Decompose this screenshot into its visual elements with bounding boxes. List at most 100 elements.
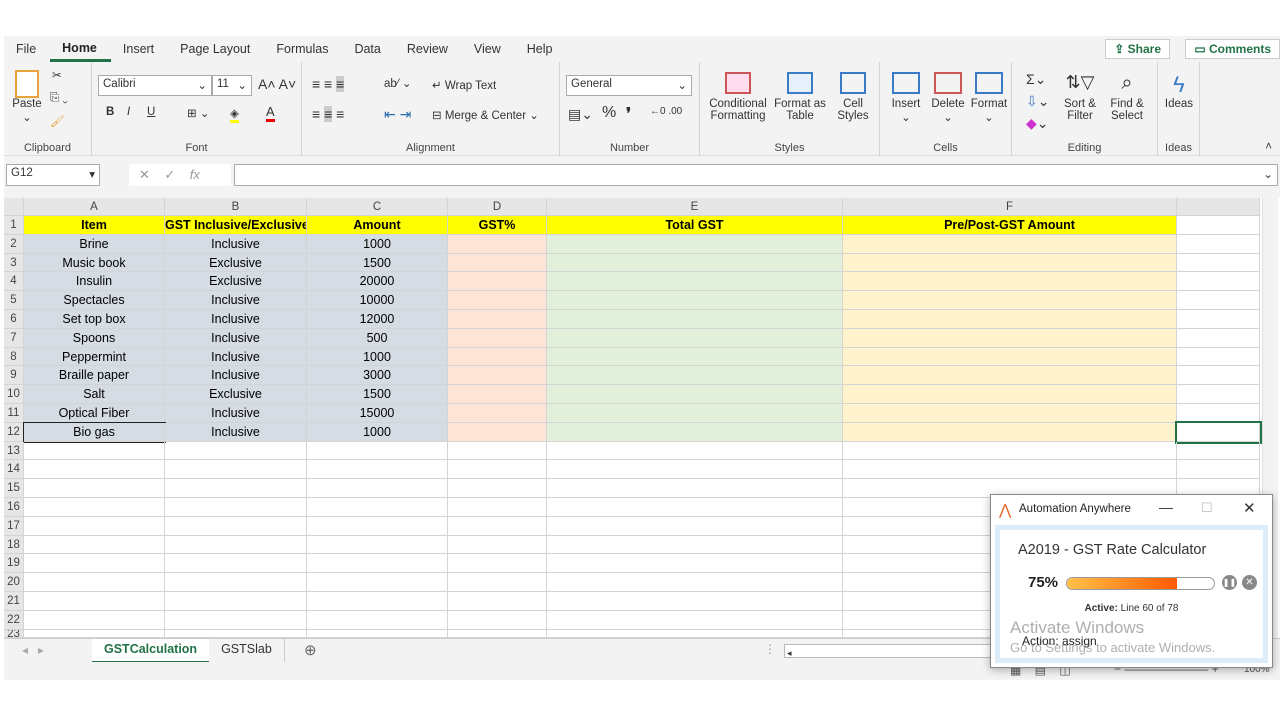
cell[interactable]: Exclusive (165, 385, 307, 404)
cell[interactable] (1177, 460, 1260, 480)
header-cell[interactable]: GST% (448, 216, 547, 235)
cell[interactable] (448, 629, 547, 638)
tab-page-layout[interactable]: Page Layout (168, 36, 264, 62)
cell[interactable] (24, 592, 165, 611)
cell[interactable] (307, 516, 448, 536)
cell[interactable] (448, 253, 547, 273)
sheet-tab-gstcalculation[interactable]: GSTCalculation (92, 639, 210, 663)
cell[interactable] (307, 535, 448, 555)
cell[interactable] (165, 610, 307, 630)
cell[interactable] (307, 592, 448, 611)
cell[interactable] (843, 310, 1177, 329)
cell[interactable] (547, 592, 843, 611)
row-header-3[interactable]: 3 (4, 253, 24, 273)
cell[interactable]: Inclusive (165, 347, 307, 367)
paste-button[interactable]: Paste ⌄ (12, 70, 42, 124)
conditional-formatting-button[interactable]: Conditional Formatting (708, 72, 768, 122)
cell[interactable] (1177, 385, 1260, 404)
cell[interactable] (307, 460, 448, 480)
cell[interactable]: Optical Fiber (24, 404, 165, 423)
collapse-ribbon-icon[interactable]: ˄ (1265, 141, 1272, 153)
cell[interactable] (843, 422, 1177, 442)
cell[interactable]: Set top box (24, 310, 165, 329)
cell[interactable] (547, 573, 843, 592)
cell[interactable]: Music book (24, 253, 165, 273)
tab-formulas[interactable]: Formulas (264, 36, 342, 62)
sort-filter-button[interactable]: ⇅▽ Sort & Filter (1060, 72, 1100, 122)
cell[interactable]: 10000 (307, 291, 448, 310)
cell[interactable] (307, 441, 448, 461)
cell[interactable] (448, 592, 547, 611)
cell[interactable] (1177, 310, 1260, 329)
cell[interactable] (448, 554, 547, 574)
copy-icon[interactable]: ⎘ ⌄ (50, 92, 68, 105)
row-header-7[interactable]: 7 (4, 328, 24, 348)
select-all-corner[interactable] (4, 198, 24, 216)
underline-button[interactable]: U (147, 106, 155, 118)
cell[interactable]: 20000 (307, 272, 448, 292)
cell[interactable] (843, 291, 1177, 310)
cell[interactable] (1177, 216, 1260, 235)
cell[interactable]: Exclusive (165, 253, 307, 273)
grow-font-icon[interactable]: A˄ A˅ (258, 76, 296, 92)
cell[interactable] (307, 629, 448, 638)
align-top-icon[interactable]: ≡ ≡ ≡ (312, 76, 345, 92)
cell[interactable] (165, 554, 307, 574)
row-header-9[interactable]: 9 (4, 366, 24, 386)
column-header-D[interactable]: D (448, 198, 547, 216)
format-cells-button[interactable]: Format ⌄ (970, 72, 1008, 124)
cell[interactable] (307, 610, 448, 630)
cell[interactable] (1177, 347, 1260, 367)
wrap-text-button[interactable]: ↵ Wrap Text (432, 78, 496, 92)
header-cell[interactable]: Total GST (547, 216, 843, 235)
pause-icon[interactable]: ❚❚ (1222, 575, 1237, 590)
cell[interactable]: Insulin (24, 272, 165, 292)
cell[interactable] (843, 385, 1177, 404)
cell[interactable] (24, 460, 165, 480)
delete-cells-button[interactable]: Delete ⌄ (930, 72, 966, 124)
cell[interactable]: Inclusive (165, 291, 307, 310)
percent-button[interactable]: % (602, 104, 616, 122)
row-header-17[interactable]: 17 (4, 516, 24, 536)
name-box[interactable]: G12 ▾ (6, 164, 100, 186)
cell[interactable] (24, 441, 165, 461)
cell[interactable] (448, 404, 547, 423)
cell[interactable]: Salt (24, 385, 165, 404)
cell[interactable] (843, 234, 1177, 254)
cell[interactable] (1177, 404, 1260, 423)
column-header-C[interactable]: C (307, 198, 448, 216)
cell[interactable] (165, 629, 307, 638)
accounting-icon[interactable]: ▤⌄ (568, 106, 593, 123)
merge-center-button[interactable]: ⊟ Merge & Center ⌄ (432, 108, 539, 122)
cell[interactable]: 12000 (307, 310, 448, 329)
cell[interactable]: Braille paper (24, 366, 165, 386)
maximize-icon[interactable]: ☐ (1201, 500, 1213, 516)
row-header-23[interactable]: 23 (4, 629, 24, 638)
cell[interactable] (843, 328, 1177, 348)
cell[interactable] (547, 535, 843, 555)
row-header-20[interactable]: 20 (4, 573, 24, 592)
decimal-icon[interactable]: ←0 .00 (650, 106, 682, 117)
header-cell[interactable]: Amount (307, 216, 448, 235)
insert-function-button[interactable]: fx (190, 167, 200, 182)
cell[interactable]: 1000 (307, 422, 448, 442)
row-header-11[interactable]: 11 (4, 404, 24, 423)
cell[interactable]: 1500 (307, 385, 448, 404)
cell[interactable] (448, 385, 547, 404)
cell[interactable]: 500 (307, 328, 448, 348)
format-painter-icon[interactable]: 🖌 (50, 114, 65, 128)
column-header-B[interactable]: B (165, 198, 307, 216)
cell[interactable] (1177, 234, 1260, 254)
cell[interactable]: Peppermint (24, 347, 165, 367)
format-table-button[interactable]: Format as Table (772, 72, 828, 122)
cell[interactable] (24, 516, 165, 536)
indent-icon[interactable]: ⇤ ⇥ (384, 106, 411, 123)
row-header-19[interactable]: 19 (4, 554, 24, 574)
cell[interactable] (843, 347, 1177, 367)
cell[interactable] (307, 573, 448, 592)
column-header-E[interactable]: E (547, 198, 843, 216)
align-left-icon[interactable]: ≡ ≡ ≡ (312, 106, 344, 122)
cell[interactable] (448, 573, 547, 592)
horizontal-scrollbar[interactable]: ◂ (784, 644, 994, 658)
split-handle[interactable]: ⋮ (764, 642, 776, 656)
